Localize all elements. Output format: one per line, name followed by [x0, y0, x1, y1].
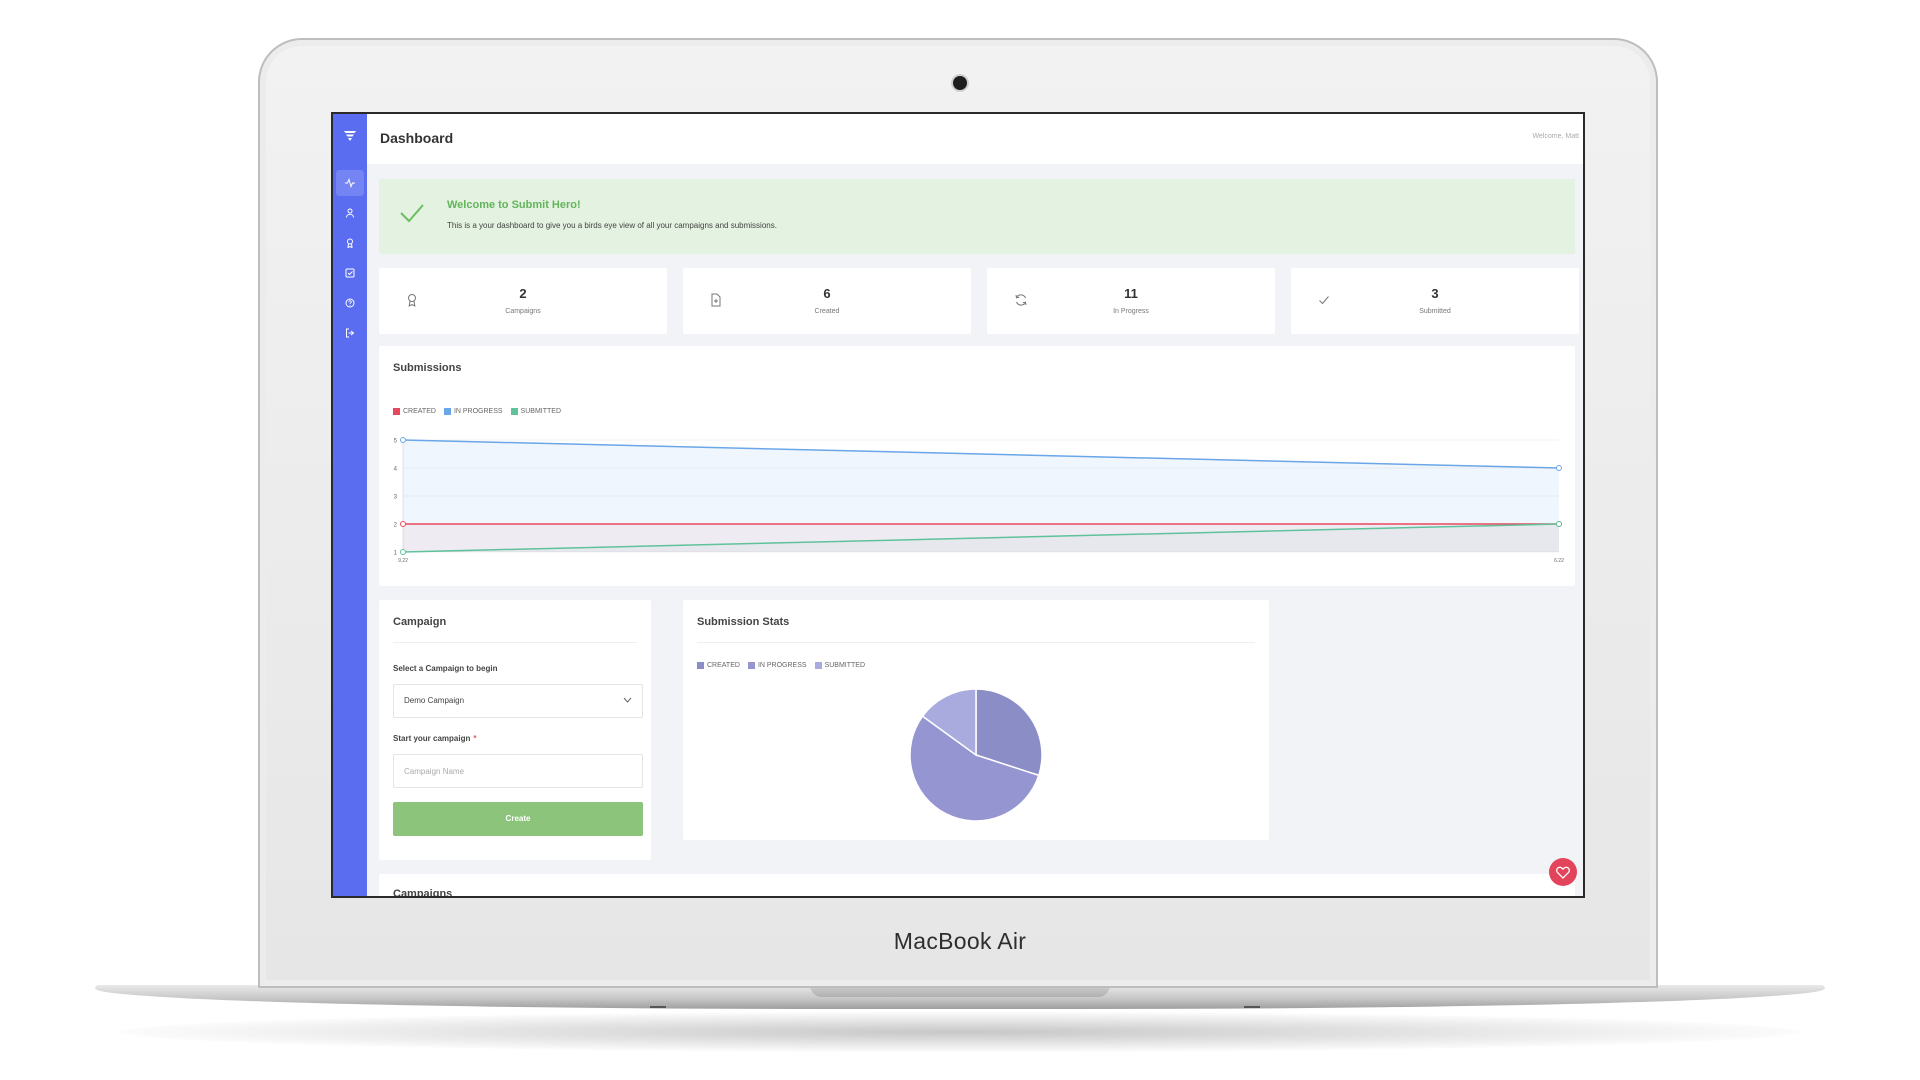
x-tick-label: 6.22: [1554, 558, 1564, 564]
laptop-foot-left: [650, 1006, 666, 1008]
sidebar-item-submissions[interactable]: [336, 260, 364, 286]
stat-card-campaigns: 2 Campaigns: [379, 268, 667, 334]
y-tick-label: 3: [394, 495, 398, 501]
welcome-user-text[interactable]: Welcome, Matt: [1532, 133, 1579, 140]
x-tick-label: 9.22: [398, 558, 408, 564]
user-icon: [346, 208, 354, 218]
stat-label: Created: [814, 308, 840, 315]
welcome-alert: Welcome to Submit Hero! This is a your d…: [379, 179, 1575, 254]
submissions-card: Submissions CREATED IN PROGRESS SUBMITTE…: [379, 346, 1575, 586]
help-circle-icon: [345, 298, 355, 308]
topbar: Dashboard Welcome, Matt: [367, 114, 1583, 164]
submit-hero-logo-icon[interactable]: [333, 128, 367, 147]
y-tick-label: 5: [394, 439, 398, 445]
divider: [393, 642, 637, 643]
y-tick-label: 1: [394, 551, 398, 557]
data-point: [400, 549, 406, 555]
heart-icon: [1556, 866, 1570, 879]
log-out-icon: [346, 328, 355, 338]
data-point: [400, 437, 406, 443]
start-campaign-label: Start your campaign *: [393, 734, 476, 743]
stat-value: 6: [823, 286, 831, 301]
submission-stats-card: Submission Stats CREATED IN PROGRESS SUB…: [683, 600, 1269, 840]
laptop-foot-right: [1244, 1006, 1260, 1008]
stat-label: Submitted: [1419, 308, 1451, 315]
check-icon: [400, 204, 424, 223]
start-campaign-label-text: Start your campaign: [393, 734, 471, 743]
stat-value: 11: [1124, 286, 1138, 301]
campaign-card: Campaign Select a Campaign to begin Demo…: [379, 600, 651, 860]
data-point: [400, 521, 406, 527]
stat-card-created: 6 Created: [683, 268, 971, 334]
y-tick-label: 4: [394, 467, 398, 473]
stat-label: Campaigns: [505, 308, 541, 315]
y-tick-label: 2: [394, 523, 398, 529]
favorite-button[interactable]: [1549, 858, 1577, 886]
page-title: Dashboard: [380, 130, 454, 146]
chevron-down-icon: [623, 697, 632, 703]
campaign-select-value: Demo Campaign: [404, 696, 465, 705]
campaign-name-input[interactable]: [393, 754, 643, 788]
select-campaign-label: Select a Campaign to begin: [393, 664, 498, 673]
sidebar-item-dashboard[interactable]: [336, 170, 364, 196]
sidebar-item-logout[interactable]: [336, 320, 364, 346]
award-icon: [347, 238, 353, 248]
camera: [953, 76, 967, 90]
required-marker: *: [473, 734, 477, 743]
stat-value: 2: [519, 286, 527, 301]
stat-card-in-progress: 11 In Progress: [987, 268, 1275, 334]
campaigns-heading: Campaigns: [393, 888, 453, 898]
data-point: [1556, 465, 1562, 471]
alert-text: This is a your dashboard to give you a b…: [447, 221, 777, 230]
laptop-shadow: [120, 1012, 1800, 1052]
stat-label: In Progress: [1113, 308, 1149, 315]
stat-value: 3: [1431, 286, 1439, 301]
create-button[interactable]: Create: [393, 802, 643, 836]
sidebar-item-help[interactable]: [336, 290, 364, 316]
screen: Dashboard Welcome, Matt Welcome to Submi…: [331, 112, 1585, 898]
campaign-title: Campaign: [393, 616, 447, 628]
sidebar-item-campaigns[interactable]: [336, 230, 364, 256]
check-square-icon: [345, 268, 355, 278]
submissions-line-chart: 1 2 3 4 5 9.22 6.22: [394, 437, 1564, 564]
stat-card-submitted: 3 Submitted: [1291, 268, 1579, 334]
sidebar: [333, 114, 367, 896]
campaigns-card: Campaigns: [379, 874, 1575, 898]
submission-stats-pie-chart: [909, 688, 1043, 822]
activity-icon: [345, 178, 355, 188]
model-label: MacBook Air: [893, 928, 1027, 954]
campaign-select[interactable]: Demo Campaign: [393, 684, 643, 718]
data-point: [1556, 521, 1562, 527]
sidebar-item-profile[interactable]: [336, 200, 364, 226]
alert-title: Welcome to Submit Hero!: [447, 199, 581, 211]
